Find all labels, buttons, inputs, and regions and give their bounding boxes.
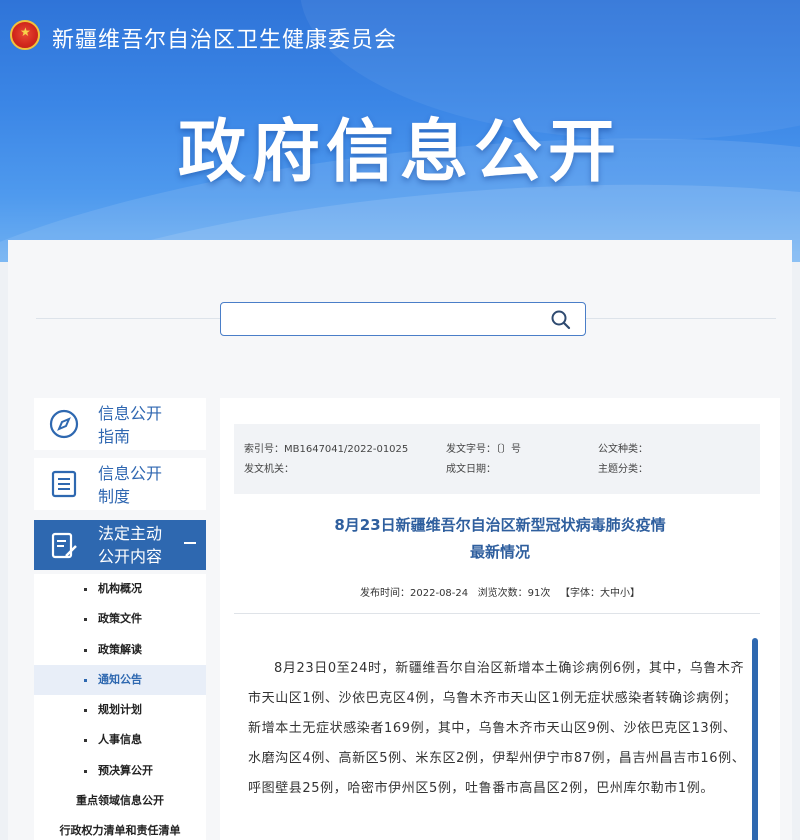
submenu-label: 机构概况 (98, 582, 142, 595)
meta-doc-type: 公文种类： (598, 444, 648, 455)
main-card: 信息公开 指南 信息公开 制度 法定主动 公开内容 机构概况 政策文件 政策解读… (8, 240, 792, 840)
submenu-label: 通知公告 (98, 672, 142, 686)
view-count: 浏览次数：91次 (477, 588, 551, 599)
sidebar-item-label: 信息公开 制度 (98, 462, 198, 508)
compass-icon (49, 409, 79, 439)
document-meta: 索引号：MB1647041/2022-01025 发文字号：〔〕号 公文种类： … (234, 424, 760, 494)
submenu-label: 政策文件 (98, 612, 142, 626)
meta-doc-no: 发文字号：〔〕号 (446, 444, 521, 455)
submenu-item-plan[interactable]: 规划计划 (34, 695, 206, 725)
sidebar-group-key-areas[interactable]: 重点领域信息公开 (34, 786, 206, 816)
submenu-item-org[interactable]: 机构概况 (34, 574, 206, 604)
submenu: 机构概况 政策文件 政策解读 通知公告 规划计划 人事信息 预决算公开 重点领域… (34, 574, 206, 840)
font-size-selector[interactable]: 【字体：大中小】 (560, 588, 640, 599)
collapse-icon[interactable] (184, 542, 196, 544)
meta-issuer: 发文机关： (244, 464, 294, 475)
search-input[interactable] (229, 309, 539, 329)
publish-time: 发布时间：2022-08-24 (360, 588, 469, 599)
hero-title: 政府信息公开 (177, 113, 622, 192)
submenu-label: 政策解读 (98, 642, 142, 656)
article-body: 8月23日0至24时，新疆维吾尔自治区新增本土确诊病例6例，其中，乌鲁木齐市天山… (248, 661, 746, 796)
label-line: 公开内容 (98, 547, 163, 566)
label-line: 法定主动 (98, 524, 163, 543)
scrollbar-thumb[interactable] (752, 638, 758, 840)
article-title: 8月23日新疆维吾尔自治区新型冠状病毒肺炎疫情 最新情况 (220, 512, 780, 566)
sidebar-item-guide[interactable]: 信息公开 指南 (34, 398, 206, 450)
submenu-item-notice[interactable]: 通知公告 (34, 664, 206, 696)
meta-index-no: 索引号：MB1647041/2022-01025 (244, 444, 409, 455)
submenu-label: 人事信息 (98, 733, 142, 747)
site-title[interactable]: 新疆维吾尔自治区卫生健康委员会 (52, 22, 397, 54)
submenu-label: 预决算公开 (98, 763, 153, 777)
label-line: 信息公开 (98, 404, 163, 423)
publish-info: 发布时间：2022-08-24 浏览次数：91次 【字体：大中小】 (220, 584, 780, 599)
national-emblem-icon[interactable] (10, 20, 40, 50)
label-line: 制度 (98, 487, 131, 506)
submenu-item-interpretation[interactable]: 政策解读 (34, 635, 206, 665)
title-line: 8月23日新疆维吾尔自治区新型冠状病毒肺炎疫情 (334, 516, 666, 534)
document-list-icon (51, 470, 77, 498)
submenu-item-personnel[interactable]: 人事信息 (34, 725, 206, 755)
content-divider (234, 613, 760, 614)
article-panel: 索引号：MB1647041/2022-01025 发文字号：〔〕号 公文种类： … (220, 398, 780, 840)
submenu-item-budget[interactable]: 预决算公开 (34, 756, 206, 786)
label-line: 信息公开 (98, 464, 163, 483)
sidebar-group-power-list[interactable]: 行政权力清单和责任清单 (34, 816, 206, 840)
meta-topic: 主题分类： (598, 464, 648, 475)
search-box[interactable] (220, 302, 586, 336)
title-line: 最新情况 (469, 543, 530, 561)
header-banner: 新疆维吾尔自治区卫生健康委员会 政府信息公开 (0, 0, 800, 262)
sidebar-item-label: 信息公开 指南 (98, 402, 198, 448)
sidebar-item-statutory[interactable]: 法定主动 公开内容 (34, 520, 206, 570)
submenu-item-policy[interactable]: 政策文件 (34, 604, 206, 634)
sidebar-item-system[interactable]: 信息公开 制度 (34, 458, 206, 510)
search-icon[interactable] (549, 308, 573, 332)
meta-date-made: 成文日期： (446, 464, 496, 475)
edit-document-icon (51, 532, 77, 559)
sidebar-item-label: 法定主动 公开内容 (98, 522, 188, 568)
label-line: 指南 (98, 427, 131, 446)
submenu-label: 规划计划 (98, 703, 142, 717)
